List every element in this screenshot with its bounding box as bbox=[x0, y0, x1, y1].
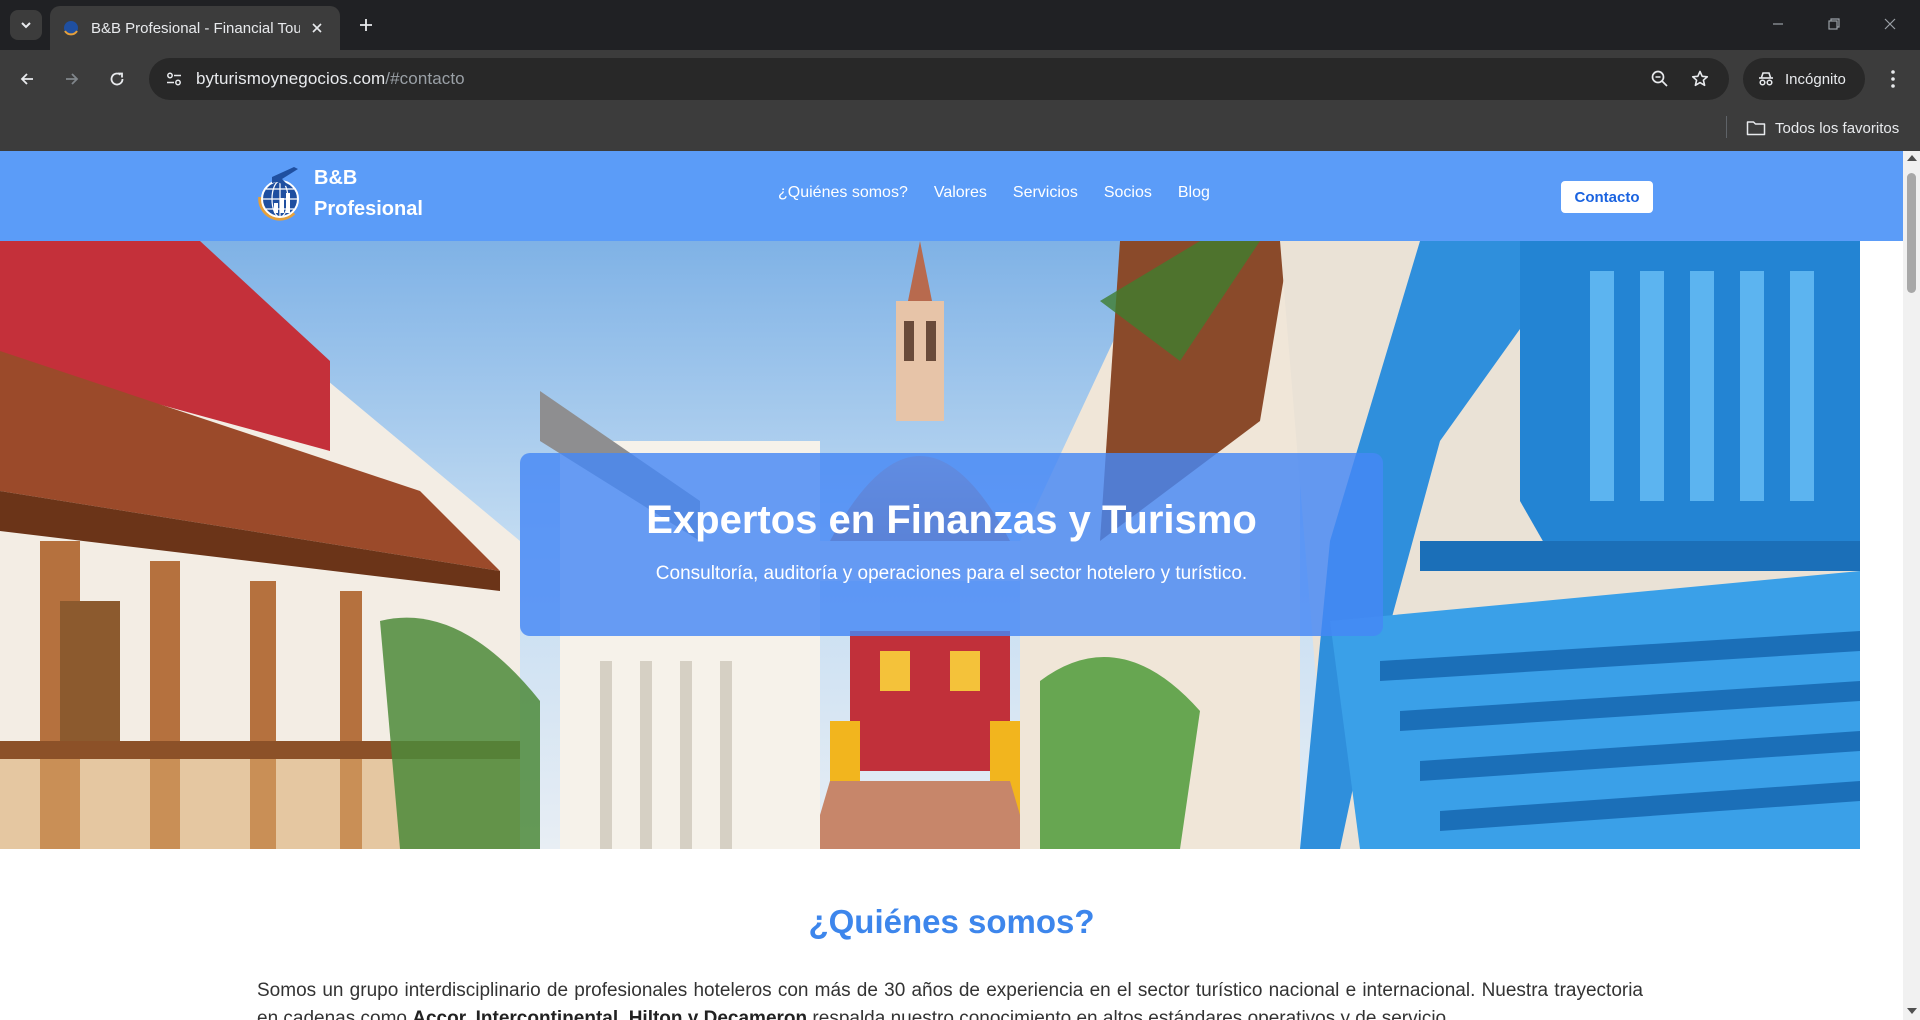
about-title: ¿Quiénes somos? bbox=[808, 903, 1095, 940]
nav-link-blog[interactable]: Blog bbox=[1178, 184, 1210, 202]
incognito-icon bbox=[1759, 72, 1773, 86]
restore-button[interactable] bbox=[1814, 8, 1854, 40]
globe-plane-logo-icon bbox=[258, 167, 299, 221]
hero-title: Expertos en Finanzas y Turismo bbox=[646, 498, 1257, 542]
scroll-down-arrow-icon[interactable] bbox=[1907, 1008, 1917, 1014]
new-tab-button[interactable] bbox=[352, 11, 380, 39]
chevron-down-icon bbox=[21, 22, 31, 29]
incognito-indicator[interactable]: Incógnito bbox=[1743, 58, 1865, 100]
nav-link-valores[interactable]: Valores bbox=[934, 184, 987, 202]
kebab-menu-icon bbox=[1891, 70, 1895, 88]
minimize-button[interactable] bbox=[1758, 8, 1798, 40]
nav-link-quienes-somos[interactable]: ¿Quiénes somos? bbox=[778, 184, 908, 202]
logo-line-2: Profesional bbox=[314, 198, 423, 220]
browser-tab-active[interactable]: B&B Profesional - Financial Tou bbox=[50, 6, 340, 50]
hero-banner: Expertos en Finanzas y Turismo Consultor… bbox=[520, 453, 1383, 636]
contact-button[interactable]: Contacto bbox=[1561, 181, 1653, 213]
minimize-icon bbox=[1773, 23, 1783, 25]
tab-title: B&B Profesional - Financial Tou bbox=[91, 19, 300, 37]
url-text[interactable]: byturismoynegocios.com/#contacto bbox=[196, 69, 465, 89]
site-favicon-icon bbox=[64, 21, 78, 36]
browser-tab-bar: B&B Profesional - Financial Tou bbox=[0, 0, 1920, 50]
site-navigation: ¿Quiénes somos? Valores Servicios Socios… bbox=[778, 184, 1210, 202]
logo-line-1: B&B bbox=[314, 167, 358, 189]
restore-icon bbox=[1828, 18, 1840, 30]
browser-menu-button[interactable] bbox=[1876, 62, 1910, 96]
plus-icon bbox=[360, 19, 372, 31]
reload-button[interactable] bbox=[100, 62, 134, 96]
about-text-part-2: respalda nuestro conocimiento en altos e… bbox=[807, 1008, 1452, 1020]
zoom-icon[interactable] bbox=[1645, 64, 1675, 94]
scrollbar-thumb[interactable] bbox=[1907, 173, 1916, 293]
page-viewport: B&B Profesional ¿Quiénes somos? Valores … bbox=[0, 151, 1920, 1020]
tab-close-icon[interactable] bbox=[306, 17, 328, 39]
close-icon bbox=[1884, 18, 1896, 30]
nav-link-servicios[interactable]: Servicios bbox=[1013, 184, 1078, 202]
folder-icon bbox=[1746, 121, 1766, 136]
bookmark-star-icon[interactable] bbox=[1685, 64, 1715, 94]
scroll-up-arrow-icon[interactable] bbox=[1907, 155, 1917, 161]
browser-toolbar: byturismoynegocios.com/#contacto Incógni… bbox=[0, 50, 1920, 107]
hero-section: Expertos en Finanzas y Turismo Consultor… bbox=[0, 241, 1882, 849]
site-logo[interactable]: B&B Profesional bbox=[254, 163, 423, 225]
incognito-label: Incógnito bbox=[1785, 70, 1846, 88]
address-bar[interactable]: byturismoynegocios.com/#contacto bbox=[149, 58, 1729, 100]
back-button[interactable] bbox=[10, 62, 44, 96]
bookmarks-bar: Todos los favoritos bbox=[0, 107, 1920, 151]
page-scrollbar[interactable] bbox=[1903, 151, 1920, 1020]
reload-icon bbox=[110, 72, 124, 86]
about-paragraph: Somos un grupo interdisciplinario de pro… bbox=[257, 977, 1643, 1020]
all-bookmarks-label: Todos los favoritos bbox=[1775, 119, 1900, 137]
tab-search-button[interactable] bbox=[10, 10, 42, 40]
url-host: byturismoynegocios.com bbox=[196, 69, 386, 88]
site-header: B&B Profesional ¿Quiénes somos? Valores … bbox=[0, 151, 1903, 241]
forward-button[interactable] bbox=[55, 62, 89, 96]
site-info-icon[interactable] bbox=[159, 64, 189, 94]
about-text-brands: Accor, Intercontinental, Hilton y Decame… bbox=[412, 1008, 808, 1020]
all-bookmarks-button[interactable]: Todos los favoritos bbox=[1746, 115, 1899, 141]
nav-link-socios[interactable]: Socios bbox=[1104, 184, 1152, 202]
arrow-left-icon bbox=[20, 73, 33, 85]
arrow-right-icon bbox=[66, 73, 79, 85]
url-path: /#contacto bbox=[385, 69, 465, 88]
bookmarks-separator bbox=[1726, 116, 1727, 138]
logo-text: B&B Profesional bbox=[314, 163, 423, 225]
close-window-button[interactable] bbox=[1870, 8, 1910, 40]
hero-subtitle: Consultoría, auditoría y operaciones par… bbox=[655, 563, 1248, 584]
